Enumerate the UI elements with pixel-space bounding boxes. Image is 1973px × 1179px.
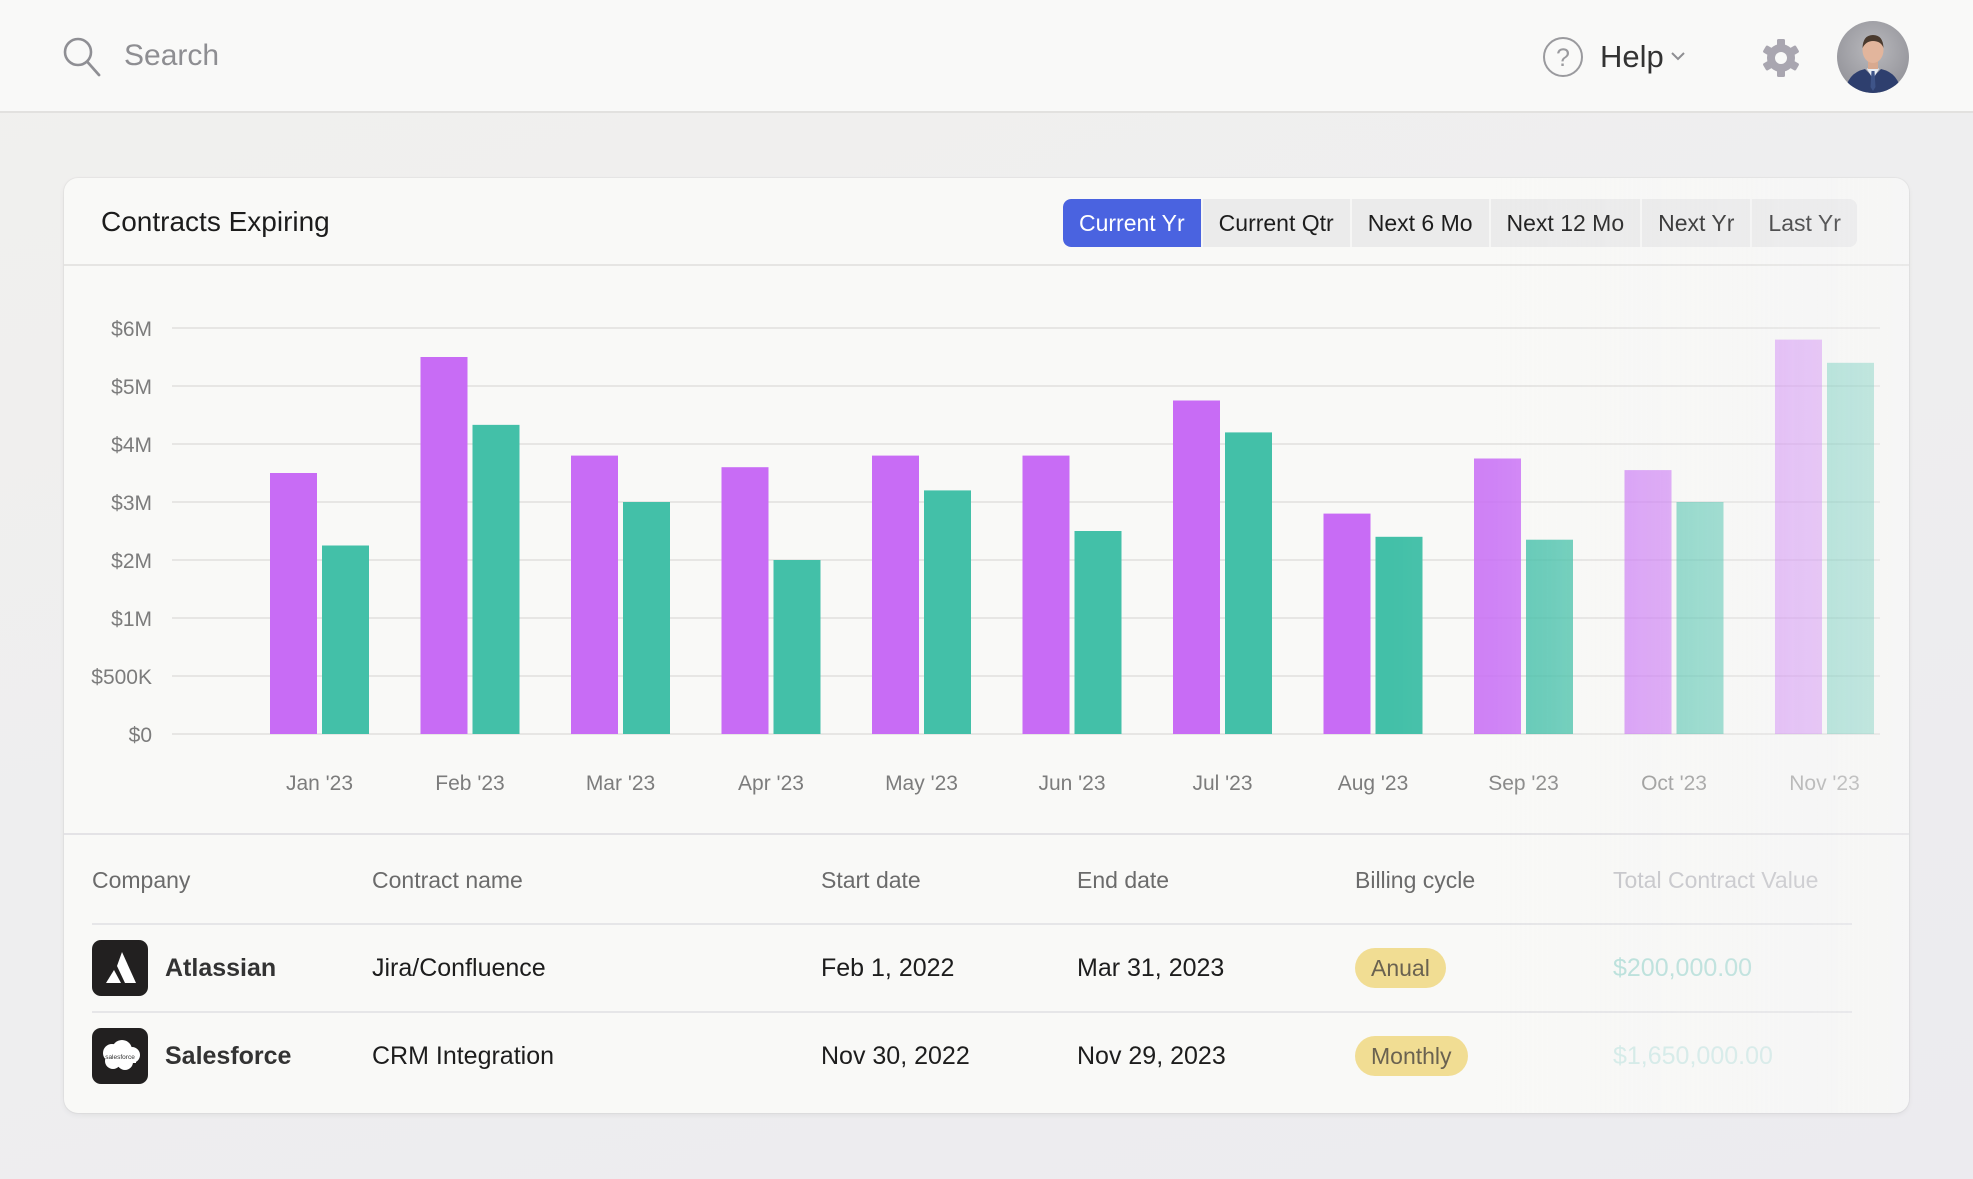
range-current-yr[interactable]: Current Yr <box>1063 199 1201 247</box>
billing-cycle-badge: Monthly <box>1355 1036 1468 1076</box>
header-total-contract-value[interactable]: Total Contract Value <box>1613 865 1818 895</box>
chart-divider <box>64 833 1909 835</box>
start-date: Nov 30, 2022 <box>821 1042 970 1070</box>
x-tick-label: Aug '23 <box>1338 772 1409 795</box>
bar-series-a[interactable] <box>1022 455 1070 734</box>
x-tick-label: Jun '23 <box>1038 772 1105 795</box>
search-icon[interactable] <box>62 36 102 78</box>
x-tick-label: Jul '23 <box>1192 772 1252 795</box>
bar-series-a[interactable] <box>1173 400 1220 735</box>
bar-series-b[interactable] <box>1225 432 1272 734</box>
gear-icon[interactable] <box>1760 37 1802 79</box>
end-date: Mar 31, 2023 <box>1077 954 1225 982</box>
y-tick-label: $2M <box>111 550 152 573</box>
atlassian-logo <box>92 940 148 996</box>
header-company[interactable]: Company <box>92 865 190 895</box>
range-next-6-mo[interactable]: Next 6 Mo <box>1349 199 1489 247</box>
x-tick-label: Sep '23 <box>1488 772 1559 795</box>
contract-name: CRM Integration <box>372 1042 555 1070</box>
y-tick-label: $3M <box>111 492 152 515</box>
y-tick-label: $0 <box>129 724 152 747</box>
bar-series-a[interactable] <box>1323 513 1371 734</box>
bar-series-b[interactable] <box>1526 539 1573 734</box>
bar-series-a[interactable] <box>872 455 919 734</box>
y-tick-label: $5M <box>111 376 152 399</box>
range-last-yr[interactable]: Last Yr <box>1750 199 1857 247</box>
bar-series-b[interactable] <box>1074 531 1122 734</box>
bar-series-b[interactable] <box>1375 536 1423 734</box>
card-header: Contracts Expiring Current Yr Current Qt… <box>64 178 1909 266</box>
table-row[interactable]: Atlassian Jira/Confluence Feb 1, 2022 Ma… <box>92 923 1852 1011</box>
contracts-expiring-card: Contracts Expiring Current Yr Current Qt… <box>64 178 1909 1113</box>
table-row[interactable]: salesforce Salesforce CRM Integration No… <box>92 1011 1852 1099</box>
bar-series-a[interactable] <box>270 473 317 734</box>
end-date: Nov 29, 2023 <box>1077 1042 1226 1070</box>
user-avatar[interactable] <box>1837 21 1909 93</box>
bar-series-b[interactable] <box>1827 362 1874 734</box>
bar-series-b[interactable] <box>322 545 369 735</box>
bar-series-b[interactable] <box>623 502 670 734</box>
svg-text:salesforce: salesforce <box>105 1054 135 1061</box>
x-tick-label: Apr '23 <box>738 772 804 795</box>
billing-cycle-badge: Anual <box>1355 948 1446 988</box>
time-range-selector: Current Yr Current Qtr Next 6 Mo Next 12… <box>1063 199 1857 247</box>
range-next-12-mo[interactable]: Next 12 Mo <box>1488 199 1641 247</box>
contract-name: Jira/Confluence <box>372 954 546 982</box>
bar-chart: $0 $500K $1M $2M $3M $4M $5M $6M Jan '23 Feb '23… <box>64 268 1909 833</box>
company-name: Salesforce <box>165 1042 292 1070</box>
range-current-qtr[interactable]: Current Qtr <box>1200 199 1350 247</box>
salesforce-logo: salesforce <box>92 1028 148 1084</box>
bar-series-b[interactable] <box>773 560 821 734</box>
company-name: Atlassian <box>165 954 277 982</box>
bar-series-a[interactable] <box>721 467 769 734</box>
x-tick-label: Oct '23 <box>1641 772 1707 795</box>
y-tick-label: $500K <box>91 666 152 689</box>
total-contract-value: $1,650,000.00 <box>1613 1042 1773 1070</box>
x-tick-label: Nov '23 <box>1789 772 1860 795</box>
bar-series-b[interactable] <box>924 490 971 734</box>
bar-series-b[interactable] <box>1676 502 1724 734</box>
total-contract-value: $200,000.00 <box>1613 954 1753 982</box>
bar-chart-svg: $0 $500K $1M $2M $3M $4M $5M $6M Jan '23 Feb '23… <box>91 318 1880 795</box>
y-tick-label: $6M <box>111 318 152 341</box>
search-input[interactable]: Search <box>124 36 219 76</box>
card-title: Contracts Expiring <box>101 206 330 237</box>
x-tick-label: Jan '23 <box>286 772 353 795</box>
bar-series-a[interactable] <box>1474 458 1521 735</box>
chevron-down-icon[interactable] <box>1670 50 1686 62</box>
top-bar: Search ? Help <box>0 0 1973 113</box>
svg-text:?: ? <box>1556 44 1570 72</box>
bar-series-a[interactable] <box>420 357 468 734</box>
bar-series-a[interactable] <box>571 455 618 734</box>
header-contract-name[interactable]: Contract name <box>372 865 523 895</box>
y-tick-label: $1M <box>111 608 152 631</box>
x-tick-label: Feb '23 <box>435 772 504 795</box>
bar-series-b[interactable] <box>472 424 520 734</box>
help-menu-button[interactable]: Help <box>1600 37 1664 77</box>
start-date: Feb 1, 2022 <box>821 954 955 982</box>
header-start-date[interactable]: Start date <box>821 865 921 895</box>
header-billing-cycle[interactable]: Billing cycle <box>1355 865 1475 895</box>
bar-series-a[interactable] <box>1624 470 1672 734</box>
help-circle-icon[interactable]: ? <box>1542 36 1584 78</box>
x-tick-label: Mar '23 <box>586 772 655 795</box>
x-tick-label: May '23 <box>885 772 958 795</box>
y-tick-label: $4M <box>111 434 152 457</box>
header-end-date[interactable]: End date <box>1077 865 1169 895</box>
range-next-yr[interactable]: Next Yr <box>1640 199 1751 247</box>
bar-series-a[interactable] <box>1775 339 1822 734</box>
